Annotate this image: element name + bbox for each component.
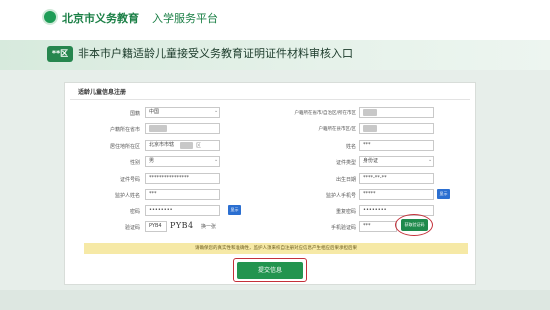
guardian-name-label: 监护人姓名 [114, 193, 140, 199]
brand-subtitle: 入学服务平台 [152, 12, 218, 25]
residence-label: 居住地所在区 [109, 144, 140, 150]
captcha-input[interactable]: PYB4 [145, 221, 167, 232]
residence-value: 北京市市辖 [149, 142, 175, 148]
birth-date-label: 出生日期 [335, 177, 356, 183]
brand-title: 北京市义务教育 [62, 12, 139, 25]
captcha-refresh-link[interactable]: 换一张 [201, 223, 216, 230]
highlight-circle [395, 214, 433, 236]
notice-banner: 请确保您的真实性和准确性，监护人须来校自注册对应信息产生相应后果承担后果 [84, 243, 468, 254]
password-input[interactable]: •••••••• [145, 205, 220, 216]
guardian-name-input[interactable]: *** [145, 189, 220, 200]
district-badge: **区 [47, 46, 73, 62]
id-number-input[interactable]: **************** [145, 173, 220, 184]
sms-code-label: 手机验证码 [330, 225, 356, 231]
education-logo-icon [42, 9, 58, 25]
sms-code-input[interactable]: *** [359, 221, 397, 232]
show-phone-button[interactable]: 显示 [437, 189, 450, 199]
footer-band [0, 290, 550, 310]
section-title: 适龄儿童信息注册 [78, 89, 127, 96]
section-divider [70, 99, 470, 100]
redacted-value [363, 125, 377, 132]
password-label: 密码 [129, 209, 140, 215]
guardian-phone-input[interactable]: ***** [359, 189, 434, 200]
redacted-value [149, 125, 167, 132]
id-number-label: 证件号码 [119, 177, 140, 183]
show-password-button[interactable]: 显示 [228, 205, 241, 215]
captcha-label: 验证码 [124, 225, 140, 231]
highlight-box [233, 258, 307, 282]
guardian-phone-label: 监护人手机号 [325, 193, 356, 199]
confirm-password-label: 重复密码 [335, 209, 356, 215]
country-select[interactable]: 中国 [145, 107, 220, 118]
residence-suffix: 区 [196, 143, 202, 149]
household-county-label: 户籍所在县市区/区 [318, 127, 356, 132]
chevron-down-icon: ⌄ [214, 108, 219, 114]
page-title: 非本市户籍适龄儿童接受义务教育证明证件材料审核入口 [78, 47, 353, 60]
chevron-down-icon: ⌄ [214, 157, 219, 163]
captcha-image[interactable]: PYB4 [170, 219, 200, 233]
id-type-select[interactable]: 身份证 [359, 156, 434, 167]
household-district-label: 户籍所在省市/自治区/所在市区 [294, 111, 356, 116]
gender-select[interactable]: 男 [145, 156, 220, 167]
name-label: 姓名 [345, 144, 356, 150]
redacted-value [363, 109, 377, 116]
id-type-label: 证件类型 [335, 160, 356, 166]
name-input[interactable]: *** [359, 140, 434, 151]
chevron-down-icon: ⌄ [428, 157, 433, 163]
gender-label: 性别 [129, 160, 140, 166]
household-label: 户籍所在省市 [109, 127, 140, 133]
redacted-value [180, 142, 193, 149]
country-label: 国籍 [129, 111, 140, 117]
birth-date-input[interactable]: ****-**-** [359, 173, 434, 184]
